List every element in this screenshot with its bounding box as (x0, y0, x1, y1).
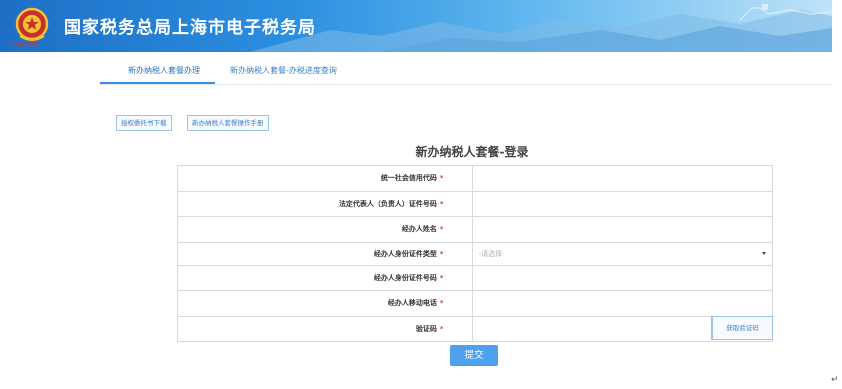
required-mark: * (439, 199, 444, 208)
submit-button[interactable]: 提交 (450, 345, 498, 366)
agent-mobile-input[interactable] (472, 293, 772, 316)
download-manual-button[interactable]: 新办纳税人套餐操作手册 (187, 115, 269, 131)
field-label: 经办人姓名 * (177, 216, 473, 243)
agent-id-type-label: 经办人身份证件类型 (373, 249, 437, 258)
active-tab-indicator (100, 82, 215, 84)
required-mark: * (439, 225, 444, 234)
form-row: 经办人身份证件类型 * -请选择- (177, 241, 774, 266)
legal-rep-id-input[interactable] (472, 194, 772, 216)
required-mark: * (439, 324, 444, 333)
required-mark: * (439, 273, 444, 282)
form-title: 新办纳税人套餐-登录 (415, 145, 529, 159)
agent-name-label: 经办人姓名 (401, 225, 437, 234)
agent-mobile-label: 经办人移动电话 (387, 299, 437, 308)
form-row: 经办人姓名 * (177, 216, 774, 243)
field-label: 统一社会信用代码 * (177, 165, 473, 192)
credit-code-input[interactable] (472, 168, 772, 191)
tab-bar: 新办纳税人套餐办理 新办纳税人套餐-办税进度查询 (100, 60, 832, 85)
chevron-down-icon (762, 251, 766, 255)
download-authorization-button[interactable]: 授权委托书下载 (116, 115, 172, 131)
header-banner: 中国税务 国家税务总局上海市电子税务局 (0, 0, 832, 52)
field-label: 法定代表人（负责人）证件号码 * (177, 190, 473, 217)
verification-code-label: 验证码 (415, 324, 437, 333)
form-row: 法定代表人（负责人）证件号码 * (177, 190, 774, 217)
tab-progress-query[interactable]: 新办纳税人套餐-办税进度查询 (230, 65, 337, 76)
field-label: 经办人身份证件号码 * (177, 264, 473, 291)
select-placeholder: -请选择- (478, 249, 505, 258)
return-mark: ↵ (831, 375, 839, 385)
field-label: 经办人身份证件类型 * (177, 241, 473, 266)
site-title: 国家税务总局上海市电子税务局 (64, 18, 316, 38)
form-row: 统一社会信用代码 * (177, 165, 774, 192)
form-row: 验证码 * 获取验证码 (177, 315, 774, 342)
credit-code-label: 统一社会信用代码 (380, 174, 437, 183)
field-label: 经办人移动电话 * (177, 290, 473, 317)
required-mark: * (439, 174, 444, 183)
verification-code-input[interactable] (472, 319, 709, 341)
agent-id-number-label: 经办人身份证件号码 (373, 273, 437, 282)
agent-name-input[interactable] (472, 219, 772, 242)
required-mark: * (439, 249, 444, 258)
form-row: 经办人移动电话 * (177, 290, 774, 317)
login-form: 统一社会信用代码 * 法定代表人（负责人）证件号码 * 经办人姓名 * 经办人身份证件… (177, 165, 774, 342)
emblem-caption: 中国税务 (10, 41, 38, 49)
get-verification-code-button[interactable]: 获取验证码 (711, 315, 773, 340)
required-mark: * (439, 299, 444, 308)
legal-rep-id-label: 法定代表人（负责人）证件号码 (338, 199, 437, 208)
field-label: 验证码 * (177, 315, 473, 342)
tab-new-taxpayer-package[interactable]: 新办纳税人套餐办理 (128, 65, 200, 76)
form-row: 经办人身份证件号码 * (177, 264, 774, 291)
agent-id-number-input[interactable] (472, 268, 772, 290)
agent-id-type-select[interactable]: -请选择- (473, 243, 772, 265)
